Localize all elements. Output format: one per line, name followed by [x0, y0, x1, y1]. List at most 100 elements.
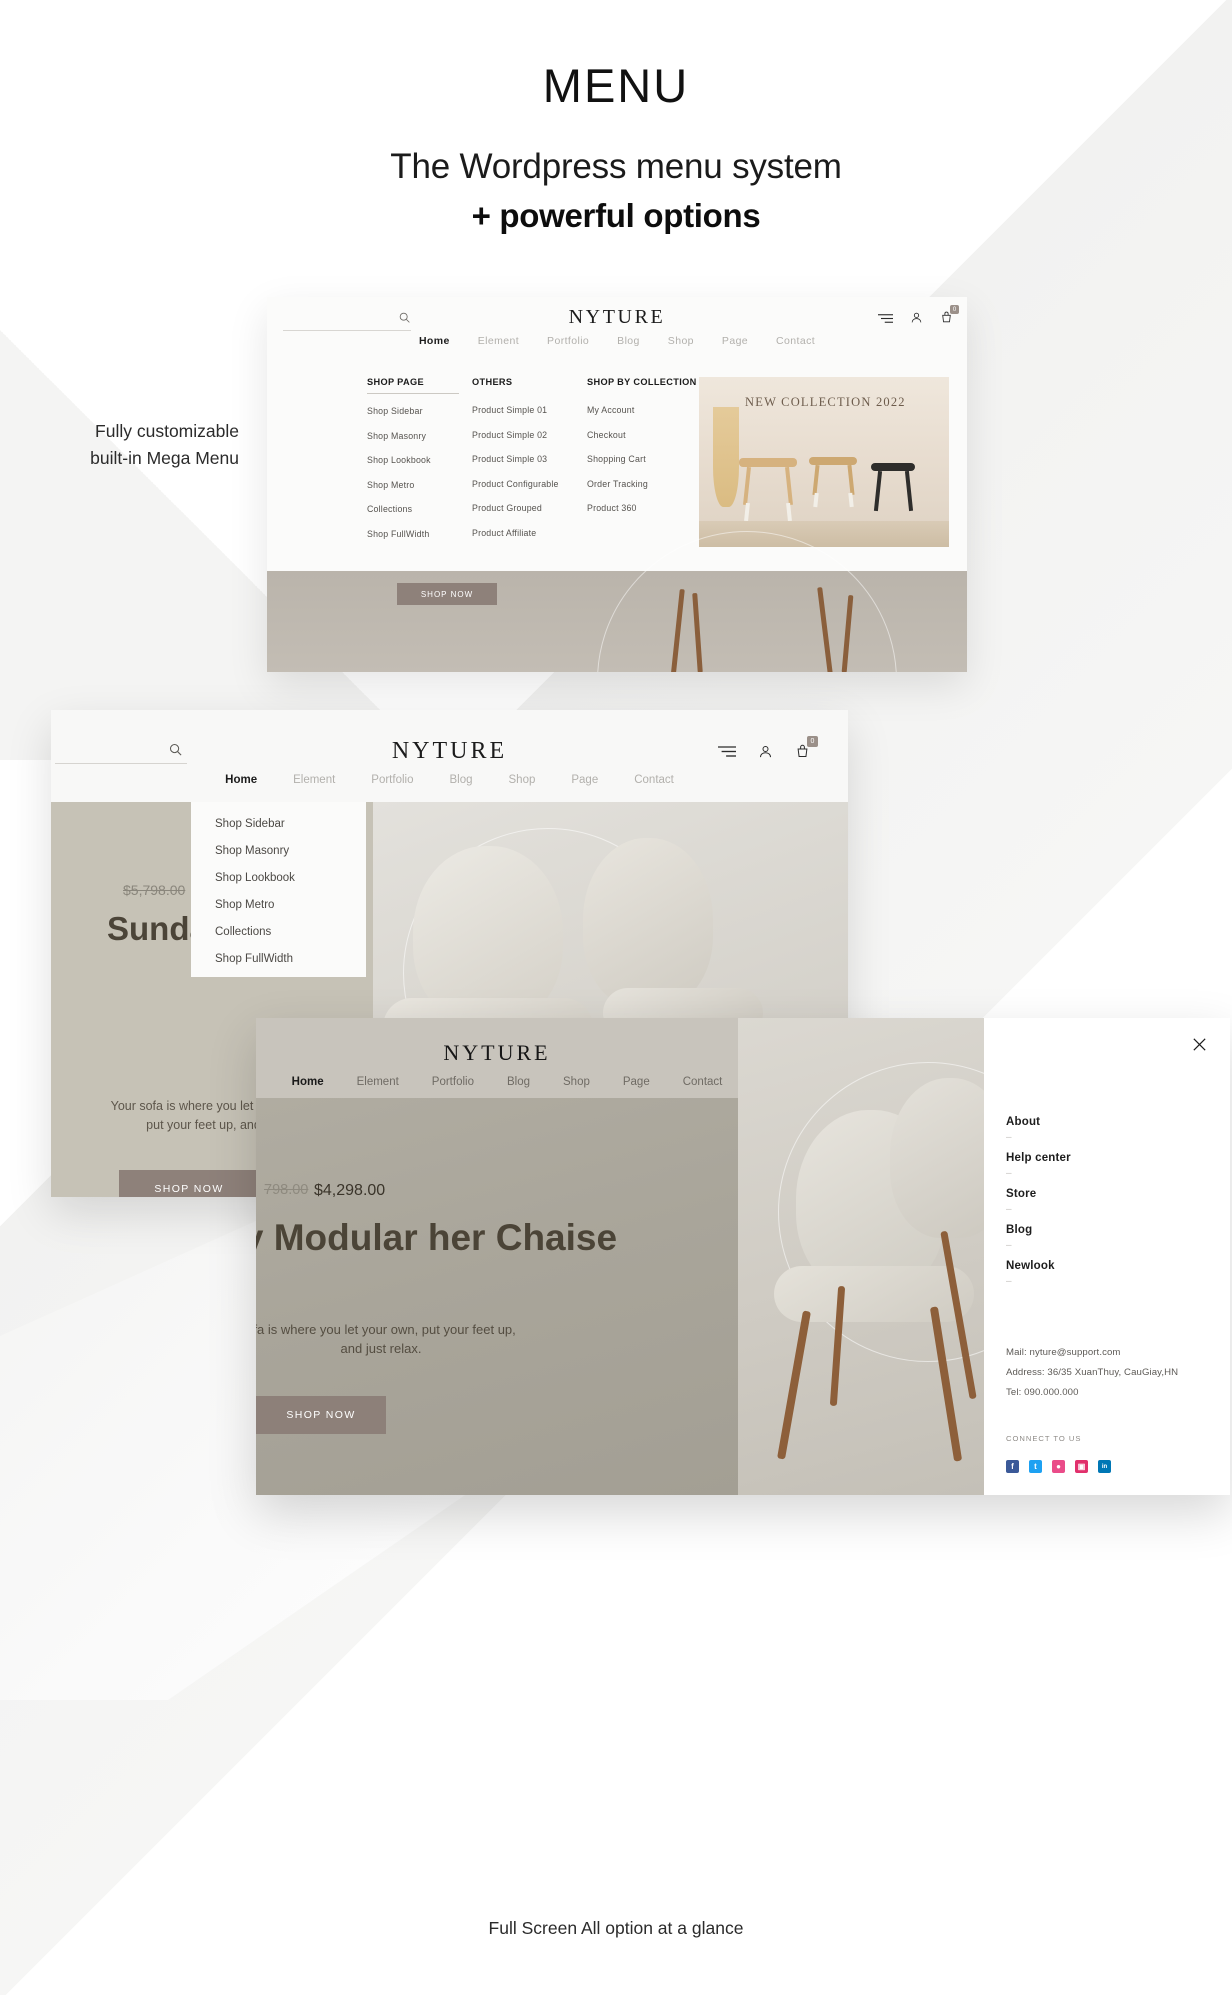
card3-hero-image	[738, 1018, 984, 1495]
panel-links: About – Help center – Store – Blog – New…	[1006, 1116, 1208, 1287]
nav-item-contact[interactable]: Contact	[776, 335, 815, 347]
nav-item-contact[interactable]: Contact	[683, 1076, 723, 1088]
panel-link-help-center[interactable]: Help center	[1006, 1152, 1208, 1164]
card3-hero: 798.00 $4,298.00 lay Modular her Chaise …	[256, 1098, 738, 1495]
mega-item[interactable]: Shop Masonry	[367, 431, 472, 441]
dropdown-item[interactable]: Shop Sidebar	[215, 818, 366, 830]
search-icon[interactable]	[398, 311, 411, 329]
nav-item-home[interactable]: Home	[225, 774, 257, 786]
subtitle-line-2: + powerful options	[471, 197, 761, 234]
stool-mid	[809, 457, 857, 508]
card2-header: NYTURE 0 Home Element Portfolio Blog Sho…	[51, 710, 848, 802]
mega-menu-panel: SHOP PAGE Shop Sidebar Shop Masonry Shop…	[267, 359, 967, 571]
dropdown-item[interactable]: Shop Metro	[215, 899, 366, 911]
dropdown-item[interactable]: Shop FullWidth	[215, 953, 366, 965]
mega-item[interactable]: Product Configurable	[472, 479, 587, 489]
nav-item-shop[interactable]: Shop	[668, 335, 694, 347]
brand-logo: NYTURE	[443, 1040, 551, 1065]
nav-item-portfolio[interactable]: Portfolio	[432, 1076, 474, 1088]
panel-link-about[interactable]: About	[1006, 1116, 1208, 1128]
mega-item[interactable]: My Account	[587, 405, 702, 415]
nav-item-home[interactable]: Home	[292, 1076, 324, 1088]
mega-item[interactable]: Product Grouped	[472, 503, 587, 513]
nav-item-element[interactable]: Element	[478, 335, 519, 347]
shop-now-button[interactable]: SHOP NOW	[119, 1170, 259, 1197]
mega-item[interactable]: Checkout	[587, 430, 702, 440]
search-icon[interactable]	[168, 742, 183, 762]
linkedin-icon[interactable]: in	[1098, 1460, 1111, 1473]
screenshot-card-mega-menu: NYTURE 0 Home Element Portfolio Blog Sho…	[267, 297, 967, 672]
panel-link-store[interactable]: Store	[1006, 1188, 1208, 1200]
contact-tel: Tel: 090.000.000	[1006, 1387, 1079, 1398]
nav-item-element[interactable]: Element	[293, 774, 335, 786]
mega-item[interactable]: Shop Lookbook	[367, 455, 472, 465]
dropdown-item[interactable]: Collections	[215, 926, 366, 938]
old-price: $5,798.00	[123, 882, 186, 898]
hero-description: ofa is where you let your own, put your …	[256, 1322, 516, 1356]
shop-now-button[interactable]: SHOP NOW	[256, 1396, 386, 1434]
panel-link-newlook[interactable]: Newlook	[1006, 1260, 1208, 1272]
nav-item-blog[interactable]: Blog	[617, 335, 640, 347]
mega-item[interactable]: Shop Metro	[367, 480, 472, 490]
mega-item[interactable]: Shop Sidebar	[367, 406, 472, 416]
nav-item-page[interactable]: Page	[623, 1076, 650, 1088]
nav-item-contact[interactable]: Contact	[634, 774, 674, 786]
page-title: MENU	[542, 59, 690, 112]
facebook-icon[interactable]: f	[1006, 1460, 1019, 1473]
nav-item-blog[interactable]: Blog	[449, 774, 472, 786]
mega-item[interactable]: Collections	[367, 504, 472, 514]
hero-title: lay Modular her Chaise	[256, 1217, 618, 1258]
twitter-icon[interactable]: t	[1029, 1460, 1042, 1473]
mega-item[interactable]: Product Affiliate	[472, 528, 587, 538]
nav-item-page[interactable]: Page	[722, 335, 748, 347]
mega-column-heading: OTHERS	[472, 377, 513, 387]
search-input[interactable]	[283, 311, 411, 331]
nav-item-element[interactable]: Element	[357, 1076, 399, 1088]
close-icon[interactable]	[1191, 1036, 1208, 1058]
hamburger-icon[interactable]	[878, 311, 893, 329]
brand-logo: NYTURE	[568, 306, 666, 328]
card1-header-icons: 0	[878, 305, 959, 329]
mega-item[interactable]: Shopping Cart	[587, 454, 702, 464]
mega-item[interactable]: Product 360	[587, 503, 702, 513]
panel-divider-dash: –	[1006, 1132, 1012, 1143]
pampas-grass-decoration	[713, 407, 739, 507]
nav-item-home[interactable]: Home	[419, 335, 450, 347]
user-icon[interactable]	[910, 311, 923, 329]
panel-divider-dash: –	[1006, 1240, 1012, 1251]
panel-link-blog[interactable]: Blog	[1006, 1224, 1208, 1236]
cart-icon[interactable]: 0	[940, 305, 959, 329]
card1-header: NYTURE 0 Home Element Portfolio Blog Sho…	[267, 297, 967, 359]
nav-item-page[interactable]: Page	[571, 774, 598, 786]
new-price: $4,298.00	[314, 1182, 386, 1199]
nav-item-blog[interactable]: Blog	[507, 1076, 530, 1088]
fullscreen-menu-panel: About – Help center – Store – Blog – New…	[984, 1018, 1230, 1495]
nav-item-shop[interactable]: Shop	[563, 1076, 590, 1088]
user-icon[interactable]	[758, 744, 773, 764]
card1-hero: SHOP NOW	[267, 531, 967, 672]
cart-icon[interactable]: 0	[795, 736, 818, 764]
brand-logo: NYTURE	[391, 738, 508, 764]
mega-item[interactable]: Order Tracking	[587, 479, 702, 489]
mega-item[interactable]: Product Simple 02	[472, 430, 587, 440]
card3-header: NYTURE Home Element Portfolio Blog Shop …	[256, 1018, 738, 1098]
mega-menu-promo-banner[interactable]: NEW COLLECTION 2022	[699, 377, 949, 547]
search-input[interactable]	[55, 742, 187, 764]
dropdown-item[interactable]: Shop Masonry	[215, 845, 366, 857]
nav-item-portfolio[interactable]: Portfolio	[547, 335, 589, 347]
nav-item-shop[interactable]: Shop	[509, 774, 536, 786]
mega-item[interactable]: Shop FullWidth	[367, 529, 472, 539]
cart-badge: 0	[807, 736, 818, 747]
card2-header-icons: 0	[718, 736, 818, 764]
dropdown-item[interactable]: Shop Lookbook	[215, 872, 366, 884]
mega-column-shop-by-collection: SHOP BY COLLECTION My Account Checkout S…	[587, 377, 702, 571]
instagram-icon[interactable]: ▣	[1075, 1460, 1088, 1473]
annotation-left: Fully customizable built-in Mega Menu	[90, 421, 239, 468]
dribbble-icon[interactable]: ●	[1052, 1460, 1065, 1473]
mega-item[interactable]: Product Simple 01	[472, 405, 587, 415]
old-price: 798.00	[264, 1182, 309, 1198]
hamburger-icon[interactable]	[718, 745, 736, 763]
mega-item[interactable]: Product Simple 03	[472, 454, 587, 464]
nav-item-portfolio[interactable]: Portfolio	[371, 774, 413, 786]
shop-now-button[interactable]: SHOP NOW	[397, 583, 497, 605]
